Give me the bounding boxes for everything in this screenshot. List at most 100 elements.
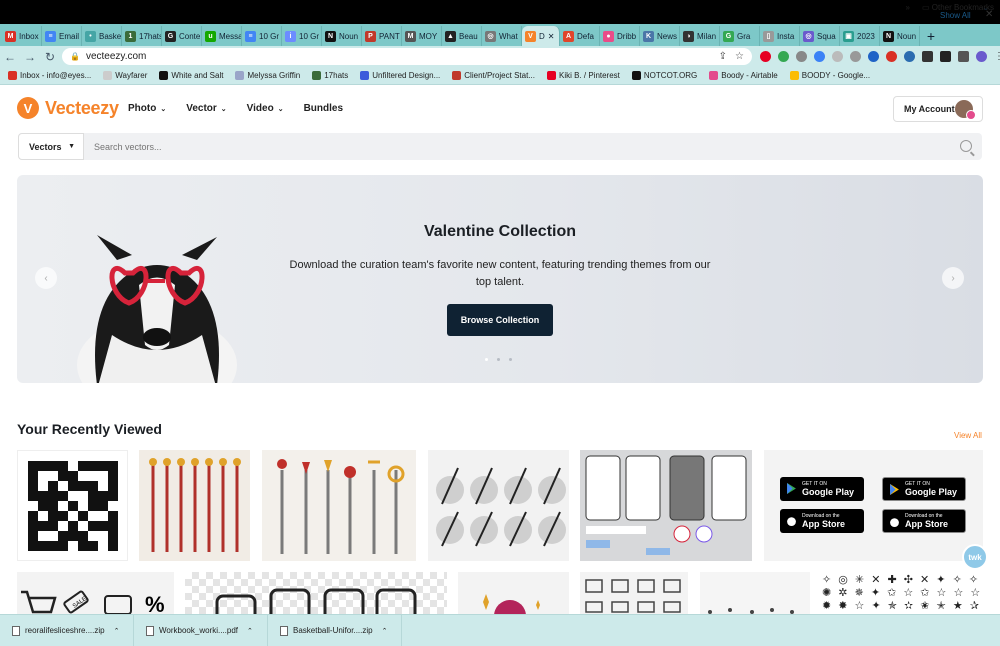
bookmark-star-icon[interactable]: ☆ (735, 51, 744, 62)
browser-tab[interactable]: ● Dribb (600, 26, 640, 46)
browser-tab-active[interactable]: V D ✕ (522, 26, 560, 46)
bookmark-item[interactable]: BOODY - Google... (789, 71, 870, 80)
browser-tab[interactable]: • Baske (82, 26, 122, 46)
pinterest-extension-icon[interactable] (760, 51, 771, 62)
royal-scepters-thumbnail[interactable] (262, 450, 416, 561)
star-icons-thumbnail[interactable]: ✧ ◎ ✳ ✕ ✚ ✣ ✕ ✦ ✧ ✧ ✺ ✲ ✵ ✦ ✩ ☆ ✩ ☆ ☆ ☆ … (820, 572, 983, 614)
carousel-prev-icon[interactable]: ‹ (35, 267, 57, 289)
share-icon[interactable]: ⇪ (719, 51, 727, 62)
qr-module (88, 541, 98, 551)
carousel-dot[interactable] (485, 358, 488, 361)
carousel-next-icon[interactable]: › (942, 267, 964, 289)
ecommerce-icons-thumbnail[interactable]: SALE % (17, 572, 174, 614)
url-field[interactable]: 🔒 vecteezy.com ⇪ ☆ (62, 48, 752, 65)
extension-icon[interactable] (796, 51, 807, 62)
extension-icon[interactable] (904, 51, 915, 62)
qr-module (88, 501, 98, 511)
profile-avatar-icon[interactable] (976, 51, 987, 62)
extension-icon[interactable] (814, 51, 825, 62)
browser-tab[interactable]: ▣ 2023 (840, 26, 880, 46)
my-account-button[interactable]: My Account (893, 96, 983, 122)
scepter-icons-thumbnail[interactable] (428, 450, 569, 561)
reload-icon[interactable]: ↻ (40, 50, 60, 64)
sparkles-thumbnail[interactable] (700, 572, 810, 614)
nav-item-bundles[interactable]: Bundles (304, 103, 343, 114)
new-tab-plus-icon[interactable]: + (920, 26, 942, 46)
back-arrow-icon[interactable]: ← (0, 50, 20, 64)
bookmark-item[interactable]: Boody - Airtable (709, 71, 778, 80)
site-logo[interactable]: V Vecteezy (17, 97, 119, 119)
extension-icon[interactable] (832, 51, 843, 62)
browse-collection-button[interactable]: Browse Collection (447, 304, 553, 336)
qr-module (68, 501, 78, 511)
phone-mockups-thumbnail[interactable] (185, 572, 447, 614)
forward-arrow-icon[interactable]: → (20, 50, 40, 64)
browser-tab[interactable]: G Conte (162, 26, 202, 46)
browser-tab[interactable]: K News (640, 26, 680, 46)
bookmark-item[interactable]: Wayfarer (103, 71, 147, 80)
browser-tab[interactable]: G Gra (720, 26, 760, 46)
chat-widget-button[interactable]: twk (962, 544, 988, 570)
chevron-up-icon[interactable]: ⌃ (247, 627, 253, 635)
browser-tab[interactable]: ≡ Email (42, 26, 82, 46)
browser-tab[interactable]: i 10 Gr (282, 26, 322, 46)
browser-tab[interactable]: N Noun (880, 26, 920, 46)
browser-tab[interactable]: P PANT (362, 26, 402, 46)
extension-icon[interactable] (850, 51, 861, 62)
extension-icon[interactable] (868, 51, 879, 62)
side-panel-icon[interactable] (940, 51, 951, 62)
download-item[interactable]: Workbook_worki....pdf ⌃ (134, 614, 268, 646)
browser-tab[interactable]: ≡ 10 Gr (242, 26, 282, 46)
main-nav: Photo ⌄ Vector ⌄ Video ⌄ Bundles (128, 103, 343, 114)
browser-tab[interactable]: M MOY (402, 26, 442, 46)
nav-item-video[interactable]: Video ⌄ (247, 103, 284, 114)
close-downloads-icon[interactable]: ✕ (985, 9, 993, 20)
bookmark-item[interactable]: 17hats (312, 71, 348, 80)
browser-tab[interactable]: ▯ Insta (760, 26, 800, 46)
carousel-dot[interactable] (497, 358, 500, 361)
globe-sparkle-thumbnail[interactable] (458, 572, 569, 614)
social-ui-mockup-thumbnail[interactable] (580, 450, 752, 561)
browser-tab[interactable]: ◎ Squa (800, 26, 840, 46)
show-all-downloads-button[interactable]: Show All (940, 11, 971, 20)
bookmark-item[interactable]: White and Salt (159, 71, 223, 80)
bookmark-item[interactable]: Inbox - info@eyes... (8, 71, 91, 80)
nav-item-photo[interactable]: Photo ⌄ (128, 103, 166, 114)
chevron-up-icon[interactable]: ⌃ (382, 627, 388, 635)
view-all-link[interactable]: View All (954, 431, 982, 440)
nav-item-vector[interactable]: Vector ⌄ (186, 103, 226, 114)
download-icon[interactable] (958, 51, 969, 62)
download-item[interactable]: Basketball-Unifor....zip ⌃ (268, 614, 402, 646)
search-icon[interactable] (960, 140, 972, 152)
tab-favicon-icon: ◑ (683, 30, 694, 42)
bookmark-item[interactable]: Client/Project Stat... (452, 71, 535, 80)
qr-code-thumbnail[interactable] (17, 450, 128, 561)
chevron-up-icon[interactable]: ⌃ (114, 627, 120, 635)
bookmark-item[interactable]: Melyssa Griffin (235, 71, 300, 80)
browser-tab[interactable]: u Messa (202, 26, 242, 46)
carousel-dot[interactable] (509, 358, 512, 361)
google-play-icon (890, 484, 899, 495)
bookmark-item[interactable]: NOTCOT.ORG (631, 71, 697, 80)
app-store-badges-thumbnail[interactable]: GET IT ON Google Play GET IT ON Google P… (764, 450, 983, 561)
scepters-thumbnail[interactable] (139, 450, 250, 561)
bookmark-item[interactable]: Kiki B. / Pinterest (546, 71, 620, 80)
grammarly-extension-icon[interactable] (778, 51, 789, 62)
bookmarks-overflow-icon[interactable]: » (906, 3, 910, 12)
browser-tab[interactable]: 1 17hats (122, 26, 162, 46)
browser-tab[interactable]: ◎ What (482, 26, 522, 46)
maps-extension-icon[interactable] (886, 51, 897, 62)
close-tab-icon[interactable]: ✕ (548, 32, 555, 41)
bathroom-icons-thumbnail[interactable] (580, 572, 688, 614)
download-item[interactable]: reoralifesliceshre....zip ⌃ (0, 614, 134, 646)
browser-tab[interactable]: A Defa (560, 26, 600, 46)
search-scope-select[interactable]: Vectors ▼ (18, 133, 84, 160)
browser-tab[interactable]: M Inbox (2, 26, 42, 46)
bookmark-item[interactable]: Unfiltered Design... (360, 71, 440, 80)
browser-menu-icon[interactable]: ⋮ (994, 51, 1000, 62)
puzzle-extensions-icon[interactable] (922, 51, 933, 62)
search-input[interactable] (94, 138, 934, 155)
browser-tab[interactable]: ▲ Beau (442, 26, 482, 46)
browser-tab[interactable]: ◑ Milan (680, 26, 720, 46)
browser-tab[interactable]: N Noun (322, 26, 362, 46)
